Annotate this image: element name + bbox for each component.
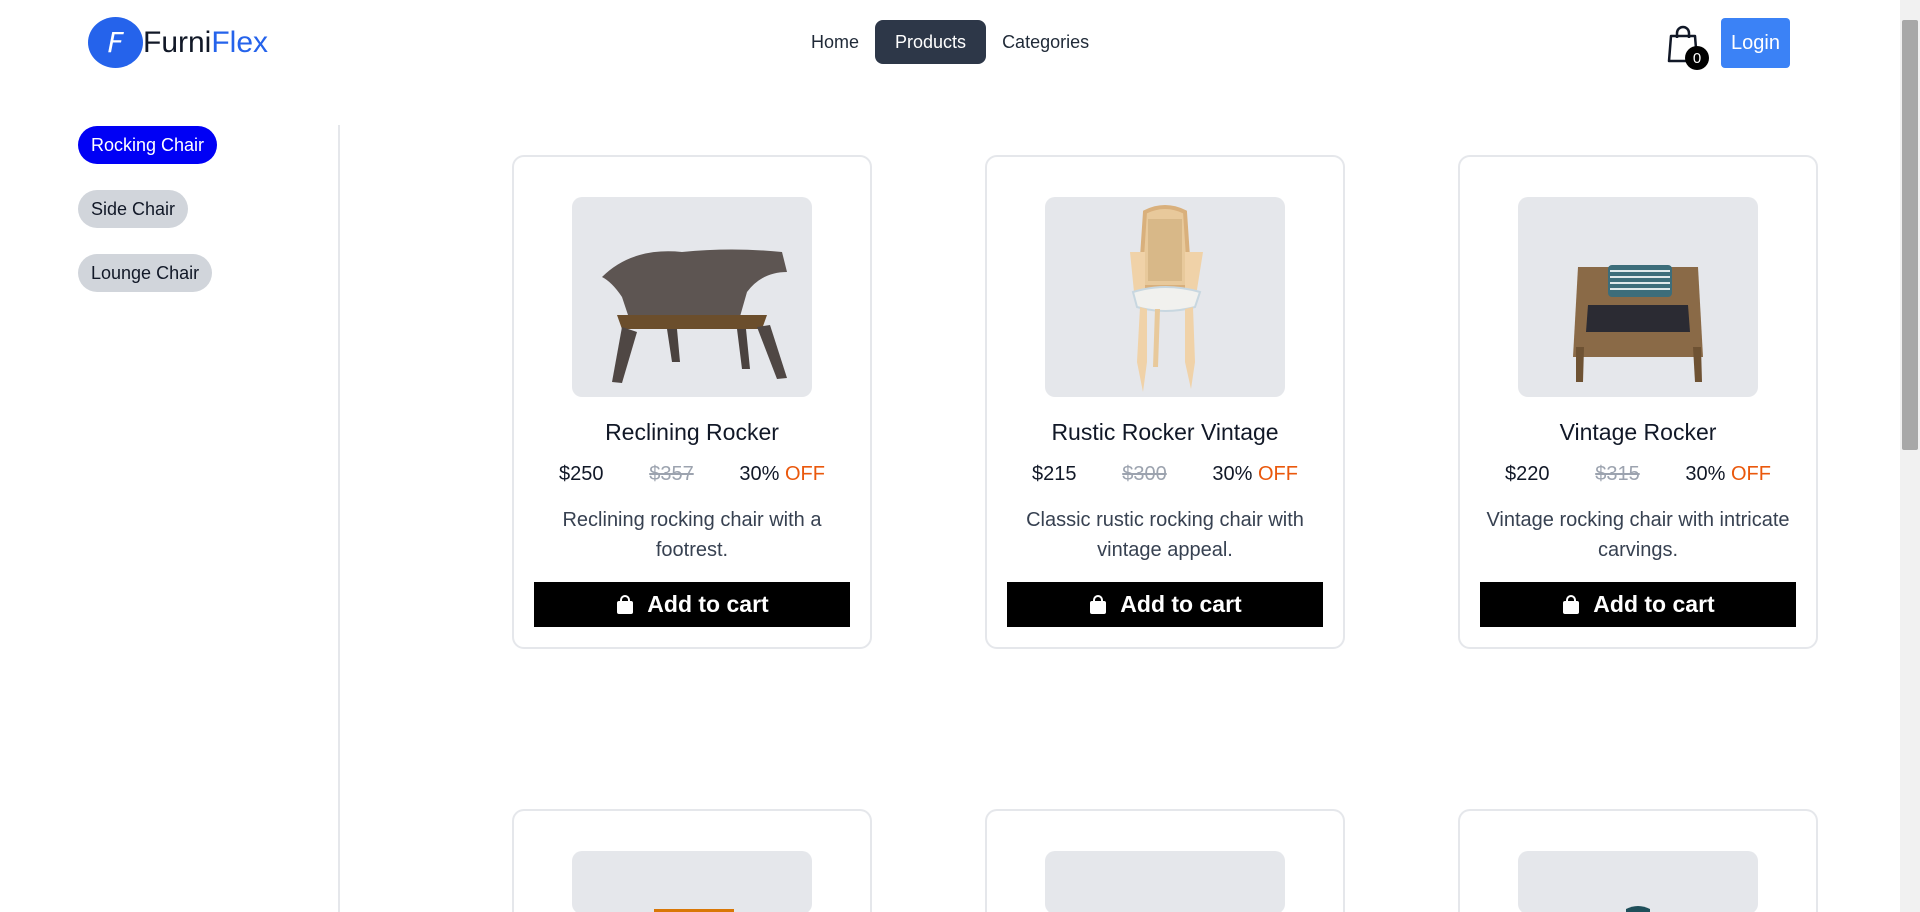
product-price: $250 — [559, 463, 604, 485]
price-row: $220 $315 30% OFF — [1460, 463, 1816, 486]
product-description: Vintage rocking chair with intricate car… — [1486, 509, 1790, 561]
product-old-price: $300 — [1122, 463, 1167, 485]
cart-count-badge: 0 — [1685, 46, 1709, 70]
price-row: $250 $357 30% OFF — [514, 463, 870, 486]
bag-icon — [1561, 594, 1581, 615]
category-lounge-chair[interactable]: Lounge Chair — [78, 254, 213, 292]
add-to-cart-label: Add to cart — [1593, 591, 1715, 617]
cane-chair-image — [1130, 205, 1203, 392]
product-price: $215 — [1032, 463, 1077, 485]
page-scrollbar[interactable] — [1900, 0, 1920, 912]
main-nav: Home Products Categories — [795, 20, 1105, 64]
product-image[interactable] — [1045, 197, 1285, 397]
brand-logo[interactable]: F FurniFlex — [88, 17, 268, 68]
product-image[interactable] — [572, 851, 812, 912]
product-card: Reclining Rocker $250 $357 30% OFF Recli… — [512, 155, 872, 649]
product-card — [985, 809, 1345, 912]
product-discount: 30% OFF — [739, 463, 825, 485]
product-description: Classic rustic rocking chair with vintag… — [1026, 509, 1304, 561]
nav-categories[interactable]: Categories — [986, 20, 1105, 64]
product-image[interactable] — [572, 197, 812, 397]
product-image[interactable] — [1518, 851, 1758, 912]
cart-button[interactable]: 0 — [1665, 24, 1709, 70]
scroll-thumb[interactable] — [1902, 20, 1918, 450]
brand-name: FurniFlex — [143, 25, 269, 59]
product-image[interactable] — [1518, 197, 1758, 397]
bag-icon — [615, 594, 635, 615]
nav-products[interactable]: Products — [875, 20, 987, 64]
category-side-chair[interactable]: Side Chair — [78, 190, 189, 228]
product-description: Reclining rocking chair with a footrest. — [562, 509, 822, 561]
chair-image-partial — [1626, 906, 1650, 912]
add-to-cart-label: Add to cart — [647, 591, 769, 617]
add-to-cart-label: Add to cart — [1120, 591, 1242, 617]
product-card — [1458, 809, 1818, 912]
product-discount: 30% OFF — [1685, 463, 1771, 485]
add-to-cart-button[interactable]: Add to cart — [534, 582, 850, 627]
product-name: Rustic Rocker Vintage — [1051, 419, 1279, 445]
product-card: Vintage Rocker $220 $315 30% OFF Vintage… — [1458, 155, 1818, 649]
vintage-armchair-image — [1573, 265, 1703, 382]
product-image[interactable] — [1045, 851, 1285, 912]
product-card — [512, 809, 872, 912]
top-header: F FurniFlex Home Products Categories 0 L… — [0, 0, 1900, 88]
wicker-chair-image — [602, 249, 787, 383]
product-name: Vintage Rocker — [1559, 419, 1717, 445]
nav-home[interactable]: Home — [795, 20, 875, 64]
login-button[interactable]: Login — [1721, 18, 1790, 68]
product-price: $220 — [1505, 463, 1550, 485]
product-old-price: $357 — [649, 463, 694, 485]
product-old-price: $315 — [1595, 463, 1640, 485]
price-row: $215 $300 30% OFF — [987, 463, 1343, 486]
chair-image-partial — [654, 909, 734, 912]
product-discount: 30% OFF — [1212, 463, 1298, 485]
add-to-cart-button[interactable]: Add to cart — [1480, 582, 1796, 627]
logo-badge: F — [88, 17, 143, 68]
category-rocking-chair[interactable]: Rocking Chair — [78, 126, 218, 164]
product-name: Reclining Rocker — [605, 419, 779, 445]
product-card: Rustic Rocker Vintage $215 $300 30% OFF … — [985, 155, 1345, 649]
bag-icon — [1088, 594, 1108, 615]
category-sidebar: Rocking Chair Side Chair Lounge Chair — [0, 125, 340, 912]
add-to-cart-button[interactable]: Add to cart — [1007, 582, 1323, 627]
